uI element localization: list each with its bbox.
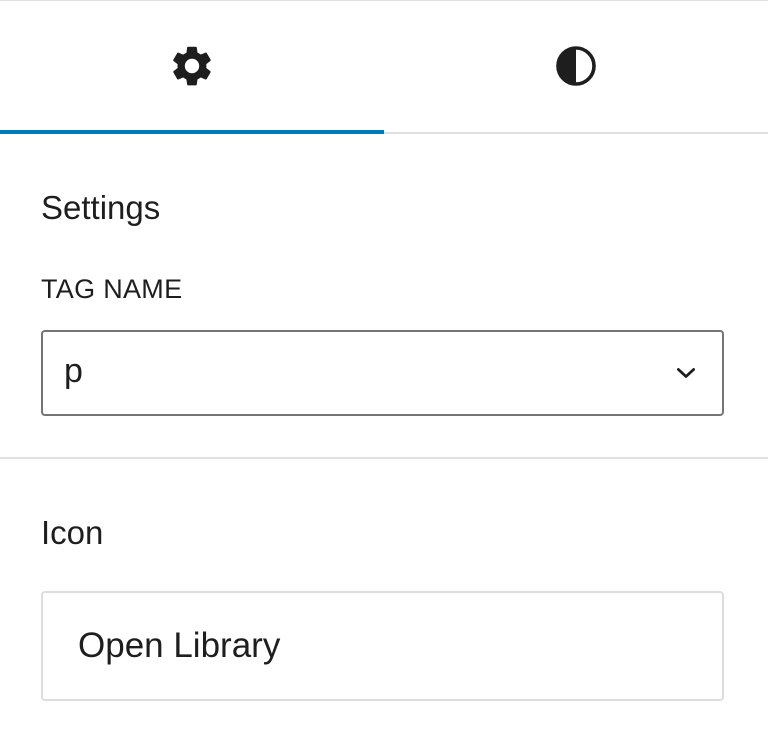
tag-name-value: p	[64, 352, 83, 390]
inspector-tabs	[0, 1, 768, 134]
open-library-button[interactable]: Open Library	[41, 591, 724, 701]
tag-name-select[interactable]: p	[41, 330, 724, 416]
settings-title: Settings	[41, 189, 161, 226]
tab-settings[interactable]	[0, 1, 384, 134]
icon-section-title: Icon	[41, 514, 104, 551]
tab-styles[interactable]	[384, 1, 768, 132]
gear-icon	[168, 42, 216, 90]
block-inspector-panel: Settings TAG NAME p Icon Open Library	[0, 0, 768, 735]
tag-name-label: TAG NAME	[41, 274, 183, 304]
chevron-down-icon	[670, 357, 702, 389]
contrast-icon	[552, 42, 600, 90]
settings-section: Settings TAG NAME p	[0, 134, 768, 459]
icon-section: Icon Open Library	[0, 459, 768, 735]
